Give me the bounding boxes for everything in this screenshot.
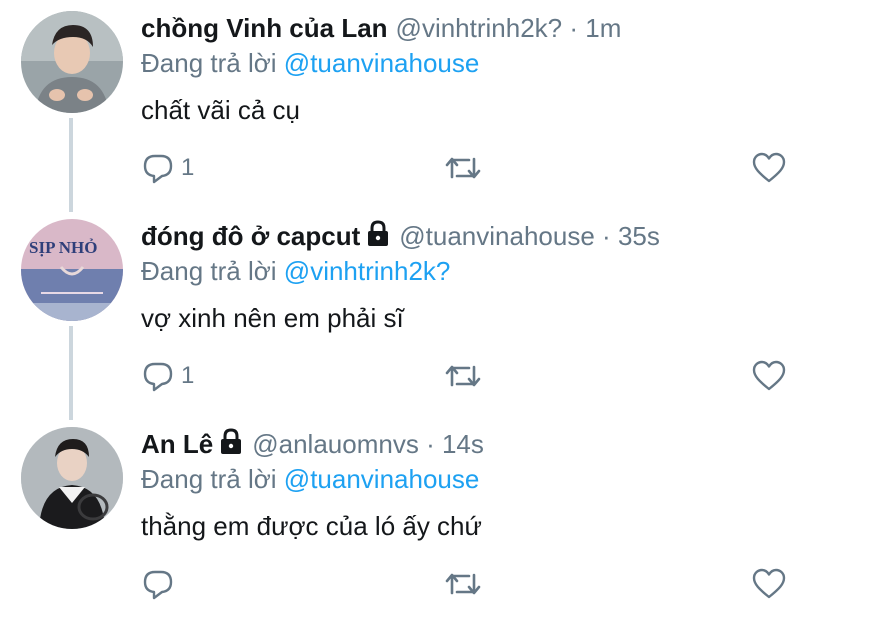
display-name[interactable]: đóng đô ở capcut xyxy=(141,221,360,251)
lock-icon xyxy=(368,220,389,246)
like-button[interactable] xyxy=(751,356,787,396)
timestamp[interactable]: 1m xyxy=(585,13,621,43)
reply-button[interactable]: 1 xyxy=(141,148,194,188)
like-button[interactable] xyxy=(751,564,787,604)
tweet[interactable]: An Lê @anlauomnvs · 14s Đang trả lời @tu… xyxy=(0,416,869,626)
reply-count: 1 xyxy=(181,362,195,389)
mention-link[interactable]: @vinhtrinh2k? xyxy=(284,256,451,286)
replying-to: Đang trả lời @tuanvinahouse xyxy=(141,461,479,497)
replying-to: Đang trả lời @tuanvinahouse xyxy=(141,45,479,81)
separator-dot: · xyxy=(426,429,435,459)
replying-to-label: Đang trả lời xyxy=(141,256,277,286)
replying-to: Đang trả lời @vinhtrinh2k? xyxy=(141,253,450,289)
tweet-text: thằng em được của ló ấy chứ xyxy=(141,511,482,541)
user-handle[interactable]: @tuanvinahouse xyxy=(399,221,595,251)
avatar-photo xyxy=(21,11,123,113)
like-button[interactable] xyxy=(751,148,787,188)
avatar-sign-text: SỊP NHỎ xyxy=(29,238,98,257)
display-name[interactable]: chồng Vinh của Lan xyxy=(141,13,388,43)
reply-icon xyxy=(143,154,173,184)
tweet-actions: 1 xyxy=(0,356,869,396)
display-name[interactable]: An Lê xyxy=(141,429,213,459)
tweet-header: chồng Vinh của Lan @vinhtrinh2k? · 1m xyxy=(141,10,621,46)
replying-to-label: Đang trả lời xyxy=(141,464,277,494)
tweet-actions: 1 xyxy=(0,148,869,188)
avatar-sign: SỊP NHỎ xyxy=(21,219,123,321)
separator-dot: · xyxy=(602,221,611,251)
tweet-actions xyxy=(0,564,869,604)
tweet-text: vợ xinh nên em phải sĩ xyxy=(141,303,404,333)
tweet-header: An Lê @anlauomnvs · 14s xyxy=(141,426,484,462)
mention-link[interactable]: @tuanvinahouse xyxy=(284,464,480,494)
avatar[interactable] xyxy=(21,427,123,529)
timestamp[interactable]: 14s xyxy=(442,429,484,459)
tweet[interactable]: SỊP NHỎ đóng đô ở capcut @tuanvinahouse … xyxy=(0,208,869,418)
avatar[interactable]: SỊP NHỎ xyxy=(21,219,123,321)
user-handle[interactable]: @vinhtrinh2k? xyxy=(396,13,563,43)
tweet-header: đóng đô ở capcut @tuanvinahouse · 35s xyxy=(141,218,660,254)
retweet-icon xyxy=(445,365,481,387)
retweet-button[interactable] xyxy=(444,148,482,188)
separator-dot: · xyxy=(569,13,579,43)
heart-icon xyxy=(752,360,786,391)
retweet-icon xyxy=(445,157,481,179)
timestamp[interactable]: 35s xyxy=(618,221,660,251)
tweet[interactable]: chồng Vinh của Lan @vinhtrinh2k? · 1m Đan… xyxy=(0,0,869,210)
avatar-photo xyxy=(21,427,123,529)
user-handle[interactable]: @anlauomnvs xyxy=(252,429,419,459)
tweet-text: chất vãi cả cụ xyxy=(141,95,300,125)
replying-to-label: Đang trả lời xyxy=(141,48,277,78)
lock-icon xyxy=(221,428,242,454)
reply-button[interactable]: 1 xyxy=(141,356,194,396)
reply-button[interactable] xyxy=(141,564,181,604)
reply-count: 1 xyxy=(181,154,195,181)
mention-link[interactable]: @tuanvinahouse xyxy=(284,48,480,78)
retweet-button[interactable] xyxy=(444,564,482,604)
reply-icon xyxy=(143,362,173,392)
heart-icon xyxy=(752,152,786,183)
retweet-button[interactable] xyxy=(444,356,482,396)
avatar[interactable] xyxy=(21,11,123,113)
